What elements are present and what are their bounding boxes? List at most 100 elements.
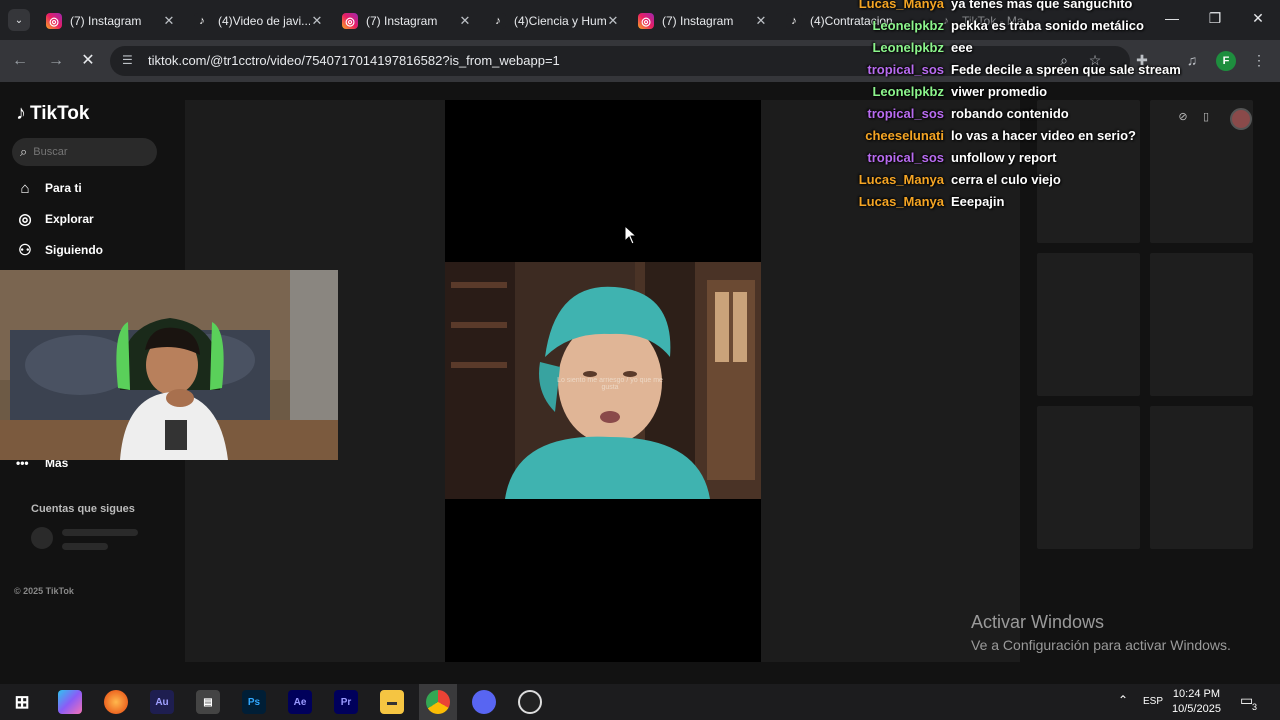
system-clock[interactable]: 10:24 PM 10/5/2025	[1172, 687, 1221, 717]
discord-icon[interactable]	[472, 690, 496, 714]
skeleton-line	[62, 529, 138, 536]
chat-username: Lucas_Manya	[858, 0, 944, 11]
browser-tab[interactable]: ◎ (7) Instagram ✕	[334, 6, 480, 36]
nav-item-para-ti[interactable]: ⌂ Para ti	[16, 176, 82, 200]
user-avatar[interactable]	[1230, 108, 1252, 130]
browser-tab[interactable]: ♪ (4)Video de javi... ✕	[186, 6, 332, 36]
nav-label: Para ti	[45, 181, 82, 195]
windows-taskbar: ⊞ Au ▤ Ps Ae Pr ▬ ⌃ ESP 10:24 PM 10/5/20…	[0, 684, 1280, 720]
audition-icon[interactable]: Au	[150, 690, 174, 714]
watermark-title: Activar Windows	[971, 612, 1105, 632]
close-window-icon[interactable]: ✕	[1248, 10, 1268, 30]
after-effects-icon[interactable]: Ae	[288, 690, 312, 714]
search-box[interactable]: ⌕	[12, 138, 157, 166]
chat-message: Leonelpkbz viwer promedio	[820, 84, 1220, 106]
chat-text: ya tenes mas que sanguchito	[951, 0, 1133, 11]
premiere-icon[interactable]: Pr	[334, 690, 358, 714]
tiktok-icon: ♪	[490, 13, 506, 29]
forward-arrow-icon[interactable]: →	[46, 51, 66, 71]
skeleton-avatar	[31, 527, 53, 549]
tab-title: (7) Instagram	[70, 14, 142, 28]
streamer-webcam	[0, 270, 338, 460]
language-indicator[interactable]: ESP	[1143, 696, 1163, 707]
nav-item-siguiendo[interactable]: ⚇ Siguiendo	[16, 238, 103, 262]
url-text[interactable]: tiktok.com/@tr1cctro/video/7540717014197…	[148, 53, 560, 68]
firefox-icon[interactable]	[104, 690, 128, 714]
copyright-text: © 2025 TikTok	[14, 586, 74, 596]
mouse-cursor-icon	[624, 225, 638, 245]
chat-username: Lucas_Manya	[858, 194, 944, 209]
site-info-icon[interactable]: ☰	[122, 53, 138, 69]
tiktok-icon: ♪	[194, 13, 210, 29]
close-tab-icon[interactable]: ✕	[162, 13, 176, 29]
chat-username: Leonelpkbz	[872, 40, 944, 55]
close-tab-icon[interactable]: ✕	[310, 13, 324, 29]
chat-username: Leonelpkbz	[872, 18, 944, 33]
photoshop-icon[interactable]: Ps	[242, 690, 266, 714]
browser-tab[interactable]: ♪ (4)Ciencia y Hum... ✕	[482, 6, 628, 36]
menu-dots-icon[interactable]: ⋮	[1250, 52, 1268, 70]
compass-icon: ◎	[18, 211, 32, 228]
video-frame[interactable]: Lo siento me arriesgo / yo que me gusta	[445, 262, 761, 499]
chat-text: eee	[951, 40, 973, 55]
chat-username: tropical_sos	[867, 106, 944, 121]
clapperboard-icon[interactable]: ▤	[196, 690, 220, 714]
chat-username: tropical_sos	[867, 150, 944, 165]
logo-text: TikTok	[30, 102, 90, 124]
chat-text: viwer promedio	[951, 84, 1048, 99]
tab-title: (7) Instagram	[662, 14, 734, 28]
tab-search-button[interactable]: ⌄	[8, 9, 30, 31]
related-video-tile[interactable]	[1037, 406, 1140, 549]
tiktok-icon: ♪	[786, 13, 802, 29]
copilot-icon[interactable]	[58, 690, 82, 714]
chat-text: robando contenido	[951, 106, 1069, 121]
chat-message: tropical_sos Fede decile a spreen que sa…	[820, 62, 1220, 84]
chat-text: unfollow y report	[951, 150, 1057, 165]
chat-username: tropical_sos	[867, 62, 944, 77]
nav-label: Siguiendo	[45, 243, 103, 257]
chat-message: Leonelpkbz pekka es traba sonido metálic…	[820, 18, 1220, 40]
chat-text: cerra el culo viejo	[951, 172, 1061, 187]
file-explorer-icon[interactable]: ▬	[380, 690, 404, 714]
instagram-icon: ◎	[342, 13, 358, 29]
chat-message: tropical_sos unfollow y report	[820, 150, 1220, 172]
video-caption: Lo siento me arriesgo / yo que me gusta	[557, 377, 663, 391]
nav-label: Explorar	[45, 212, 94, 226]
webcam-image	[0, 270, 338, 460]
nav-item-explorar[interactable]: ◎ Explorar	[16, 207, 94, 231]
obs-icon[interactable]	[518, 690, 542, 714]
chat-username: Lucas_Manya	[858, 172, 944, 187]
activate-windows-watermark: Activar Windows Ve a Configuración para …	[971, 612, 1231, 653]
chat-text: Eeepajin	[951, 194, 1005, 209]
related-video-tile[interactable]	[1150, 406, 1253, 549]
related-video-tile[interactable]	[1150, 253, 1253, 396]
tiktok-note-icon: ♪	[16, 102, 26, 124]
skeleton-line	[62, 543, 108, 550]
back-arrow-icon[interactable]: ←	[10, 51, 30, 71]
notification-count: 3	[1252, 702, 1258, 712]
clock-date: 10/5/2025	[1172, 703, 1221, 715]
tiktok-logo[interactable]: ♪ TikTok	[16, 102, 89, 125]
windows-start-icon[interactable]: ⊞	[10, 690, 34, 714]
close-tab-icon[interactable]: ✕	[606, 13, 620, 29]
search-input[interactable]	[33, 146, 134, 158]
browser-tab[interactable]: ◎ (7) Instagram ✕	[38, 6, 184, 36]
browser-tab[interactable]: ◎ (7) Instagram ✕	[630, 6, 776, 36]
chevron-up-icon[interactable]: ⌃	[1118, 693, 1128, 707]
related-video-tile[interactable]	[1037, 253, 1140, 396]
close-tab-icon[interactable]: ✕	[458, 13, 472, 29]
chat-text: pekka es traba sonido metálico	[951, 18, 1144, 33]
chrome-icon[interactable]	[426, 690, 450, 714]
tab-title: (4)Ciencia y Hum...	[514, 14, 606, 28]
chat-message: Leonelpkbz eee	[820, 40, 1220, 62]
stop-loading-icon[interactable]: ✕	[78, 51, 98, 71]
close-tab-icon[interactable]: ✕	[754, 13, 768, 29]
chat-text: Fede decile a spreen que sale stream	[951, 62, 1181, 77]
chat-username: Leonelpkbz	[872, 84, 944, 99]
following-accounts-title: Cuentas que sigues	[31, 503, 135, 515]
watermark-subtitle: Ve a Configuración para activar Windows.	[971, 637, 1231, 653]
tab-title: (4)Video de javi...	[218, 14, 310, 28]
tab-title: (7) Instagram	[366, 14, 438, 28]
instagram-icon: ◎	[638, 13, 654, 29]
home-icon: ⌂	[20, 179, 30, 197]
